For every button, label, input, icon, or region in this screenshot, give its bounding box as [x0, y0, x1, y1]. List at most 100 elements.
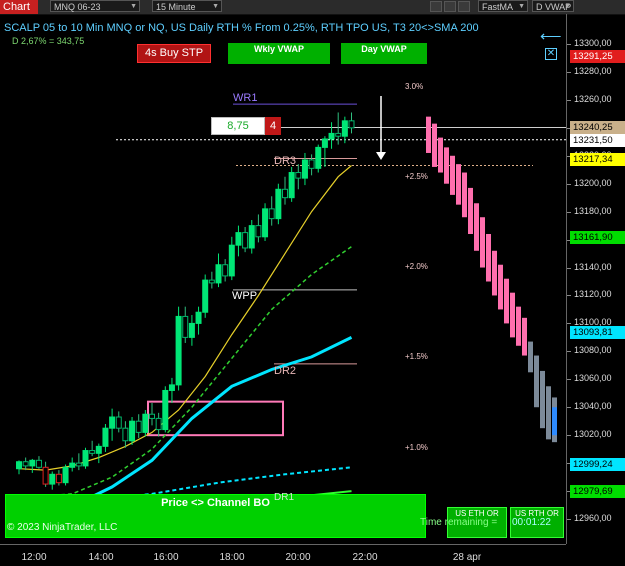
chevron-down-icon: ▼	[212, 3, 219, 10]
level-label-wr1: WR1	[233, 92, 258, 104]
price-marker-label: 12999,24	[570, 458, 625, 472]
candle-body	[175, 315, 182, 386]
interval-select[interactable]: 15 Minute ▼	[152, 0, 222, 12]
candle-body	[35, 459, 42, 468]
candle-body	[102, 427, 109, 447]
tpo-column	[462, 172, 467, 218]
indicator-select-1[interactable]: FastMA ▼	[478, 0, 528, 12]
tpo-poc-marker	[552, 407, 557, 436]
time-tick-label: 22:00	[352, 552, 378, 563]
candle-body	[29, 459, 36, 467]
tpo-column	[438, 137, 443, 173]
candle-body	[89, 450, 96, 454]
price-tick-label: 13300,00	[567, 38, 612, 48]
tpo-column	[486, 234, 491, 282]
instrument-select[interactable]: MNQ 06-23 ▼	[50, 0, 140, 12]
candle-body	[49, 473, 56, 485]
candle-body	[248, 225, 255, 249]
candle-body	[109, 416, 116, 429]
candle-body	[95, 445, 102, 454]
time-remaining-label: Time remaining =	[420, 517, 498, 528]
tpo-column	[456, 164, 461, 205]
price-tick-label: 13060,00	[567, 373, 612, 383]
indicator-select-2[interactable]: D VWAP ▼	[532, 0, 574, 12]
tpo-column	[522, 317, 527, 356]
price-tick-label: 13120,00	[567, 289, 612, 299]
entry-price-field[interactable]: 8,75	[211, 117, 265, 135]
price-tick-label: 12960,00	[567, 513, 612, 523]
properties-icon[interactable]	[458, 1, 470, 12]
chevron-down-icon: ▼	[130, 3, 137, 10]
close-icon[interactable]: ✕	[545, 48, 557, 60]
interval-value: 15 Minute	[156, 2, 196, 12]
candle-body	[135, 420, 142, 433]
candle-body	[202, 279, 209, 313]
time-tick-label: 12:00	[21, 552, 47, 563]
candle-body	[188, 322, 195, 338]
candle-body	[348, 120, 355, 129]
candle-body	[75, 462, 82, 467]
price-marker-label: 13291,25	[570, 50, 625, 64]
back-arrow-icon[interactable]: ⟵	[540, 27, 562, 45]
cyan-ma-line	[18, 336, 353, 511]
level-label-dr1: DR1	[274, 492, 295, 503]
candle-body	[168, 384, 175, 391]
weekly-vwap-button[interactable]: Wkly VWAP	[228, 43, 330, 64]
zoom-icon[interactable]	[444, 1, 456, 12]
time-remaining-value: 00:01:22	[512, 517, 551, 528]
chart-subtitle: D 2,67% = 343,75	[12, 36, 85, 46]
price-marker-label: 13161,90	[570, 230, 625, 244]
copyright-text: © 2023 NinjaTrader, LLC	[7, 522, 118, 533]
tpo-column-grey	[540, 370, 545, 429]
tpo-column	[426, 116, 431, 153]
candle-body	[16, 461, 22, 470]
order-quantity-badge[interactable]: 4	[265, 117, 281, 135]
level-label-dr3: DR3	[274, 155, 297, 167]
candle-body	[341, 120, 348, 137]
candle-body	[182, 315, 189, 338]
price-tick-label: 13280,00	[567, 66, 612, 76]
tpo-column	[498, 264, 503, 310]
candle-body	[235, 232, 242, 246]
price-marker-label: 13093,81	[570, 326, 625, 340]
down-arrow-head-icon	[376, 152, 386, 160]
candle-body	[115, 416, 122, 429]
tpo-column-grey	[546, 386, 551, 440]
chart-toolbar: Chart MNQ 06-23 ▼ 15 Minute ▼ FastMA ▼ D…	[0, 0, 625, 15]
day-vwap-button[interactable]: Day VWAP	[341, 43, 427, 64]
buy-stop-order-button[interactable]: 4s Buy STP	[137, 44, 211, 63]
candle-body	[149, 413, 155, 419]
candle-body	[195, 311, 202, 324]
price-chart[interactable]	[0, 14, 566, 544]
percent-label: +2.5%	[405, 172, 428, 181]
tpo-column	[474, 203, 479, 251]
candle-body	[315, 146, 322, 169]
candle-body	[42, 466, 49, 485]
indicator-1-value: FastMA	[482, 2, 514, 12]
candle-body	[262, 208, 269, 238]
candle-body	[268, 208, 275, 220]
price-tick-label: 13020,00	[567, 429, 612, 439]
time-tick-label: 16:00	[153, 552, 179, 563]
time-axis[interactable]: 12:00 14:00 16:00 18:00 20:00 22:00 28 apr	[0, 544, 566, 566]
time-tick-label: 18:00	[219, 552, 245, 563]
green-dashed-ma-line	[18, 245, 352, 499]
candle-body	[155, 417, 162, 431]
tpo-column-grey	[528, 341, 533, 373]
draw-tool-icon[interactable]	[430, 1, 442, 12]
percent-label: +1.5%	[405, 352, 428, 361]
price-marker-label: 12979,69	[570, 485, 625, 499]
chevron-down-icon: ▼	[564, 3, 571, 10]
chart-tab[interactable]: Chart	[0, 0, 38, 14]
candle-body	[321, 138, 328, 148]
tpo-column	[480, 217, 485, 268]
candle-body	[22, 461, 29, 467]
candle-body	[62, 466, 69, 484]
candle-body	[82, 450, 89, 467]
candle-body	[208, 279, 215, 284]
price-tick-label: 13040,00	[567, 401, 612, 411]
price-marker-label: 13217,34	[570, 153, 625, 167]
candle-body	[288, 172, 295, 199]
candle-body	[215, 264, 222, 284]
candle-body	[295, 172, 302, 179]
